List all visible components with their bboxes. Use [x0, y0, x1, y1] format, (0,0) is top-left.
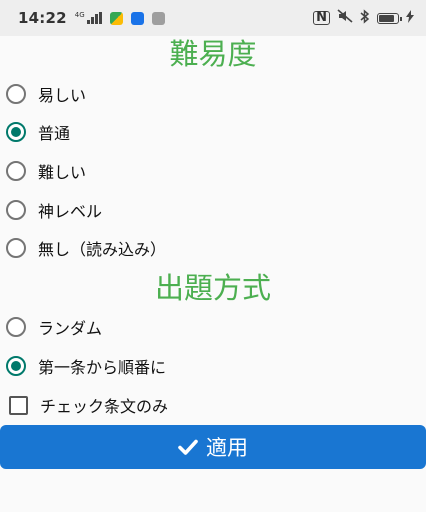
option-label: 神レベル — [38, 202, 103, 221]
option-label: 易しい — [38, 86, 87, 105]
radio-button[interactable] — [6, 84, 26, 104]
radio-option-god[interactable]: 神レベル — [6, 195, 102, 225]
radio-option-hard[interactable]: 難しい — [6, 156, 86, 186]
battery-icon — [377, 12, 402, 24]
checkbox-label: チェック条文のみ — [40, 397, 169, 416]
question-format-title: 出題方式 — [154, 271, 271, 305]
check-icon — [178, 438, 198, 456]
signal-icon: 4G — [75, 12, 102, 24]
radio-option-easy[interactable]: 易しい — [6, 79, 86, 109]
shield-app-icon — [130, 11, 144, 25]
maps-app-icon — [109, 11, 123, 25]
mute-icon — [337, 9, 353, 27]
network-type: 4G — [74, 11, 85, 19]
apply-button-label: 適用 — [206, 436, 248, 460]
apply-button[interactable]: 適用 — [0, 425, 426, 469]
status-time: 14:22 — [18, 9, 67, 27]
nfc-icon: N — [313, 11, 330, 25]
radio-option-none[interactable]: 無し（読み込み） — [6, 233, 166, 263]
radio-button[interactable] — [6, 161, 26, 181]
option-label: 第一条から順番に — [38, 358, 167, 377]
radio-option-normal[interactable]: 普通 — [6, 117, 70, 147]
difficulty-title: 難易度 — [169, 37, 257, 71]
radio-option-random[interactable]: ランダム — [6, 312, 102, 342]
bluetooth-icon — [360, 8, 370, 28]
status-bar: 14:22 4G N — [0, 0, 426, 36]
radio-button-selected[interactable] — [6, 122, 26, 142]
option-label: 無し（読み込み） — [38, 240, 167, 259]
radio-button[interactable] — [6, 200, 26, 220]
checkbox[interactable] — [9, 395, 28, 415]
radio-button-selected[interactable] — [6, 356, 26, 376]
radio-button[interactable] — [6, 238, 26, 258]
checkbox-checked-articles-only[interactable]: チェック条文のみ — [6, 390, 168, 420]
option-label: ランダム — [38, 319, 103, 338]
radio-button[interactable] — [6, 317, 26, 337]
option-label: 普通 — [38, 124, 71, 143]
option-label: 難しい — [38, 163, 87, 182]
charging-icon — [406, 9, 414, 27]
radio-option-sequential[interactable]: 第一条から順番に — [6, 351, 166, 381]
warning-app-icon — [151, 11, 165, 25]
